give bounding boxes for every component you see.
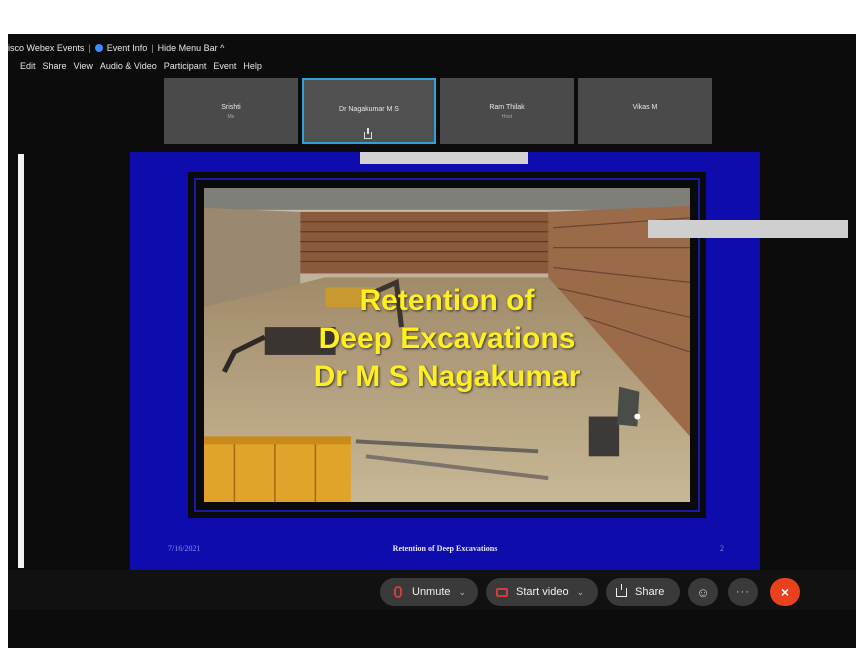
menu-audio-video[interactable]: Audio & Video — [100, 61, 157, 75]
slide-photo-frame: Retention of Deep Excavations Dr M S Nag… — [188, 172, 706, 518]
participant-name: Ram Thilak — [489, 104, 525, 111]
camera-off-icon — [496, 587, 508, 597]
menu-edit[interactable]: Edit — [20, 61, 36, 75]
meeting-controls: Unmute ⌄ Start video ⌄ Share ☺ ··· × — [8, 570, 856, 610]
hide-menu-bar-button[interactable]: Hide Menu Bar ^ — [158, 43, 225, 53]
title-bar: isco Webex Events | Event Info | Hide Me… — [8, 40, 856, 56]
unmute-label: Unmute — [412, 586, 451, 598]
chevron-up-icon: ^ — [220, 43, 225, 53]
participant-tile-active[interactable]: Dr Nagakumar M S — [302, 78, 436, 144]
redaction-bar — [360, 152, 528, 164]
shared-slide: Retention of Deep Excavations Dr M S Nag… — [130, 152, 760, 570]
hide-menu-label: Hide Menu Bar — [157, 43, 218, 53]
sharing-icon — [364, 128, 372, 139]
participant-role: Me — [227, 114, 235, 120]
event-info-label: Event Info — [106, 43, 148, 53]
participant-name: Vikas M — [632, 104, 658, 111]
more-icon: ··· — [736, 586, 750, 598]
separator: | — [151, 43, 154, 53]
smile-icon: ☺ — [696, 584, 710, 600]
menu-bar: Edit Share View Audio & Video Participan… — [20, 61, 262, 75]
redaction-bar — [648, 220, 848, 238]
close-icon: × — [780, 584, 790, 600]
participant-tile[interactable]: Srishti Me — [164, 78, 298, 144]
participant-role: Host — [501, 114, 513, 120]
share-icon — [616, 583, 627, 597]
slide-footer-title: Retention of Deep Excavations — [392, 544, 498, 553]
chevron-down-icon[interactable]: ⌄ — [577, 587, 585, 598]
slide-page-number: 2 — [720, 544, 724, 553]
side-panel-edge[interactable] — [18, 154, 24, 568]
reactions-button[interactable]: ☺ — [688, 578, 718, 606]
menu-help[interactable]: Help — [243, 61, 262, 75]
participant-strip: Srishti Me Dr Nagakumar M S Ram Thilak H… — [164, 78, 712, 146]
mic-muted-icon — [394, 586, 402, 598]
menu-participant[interactable]: Participant — [164, 61, 207, 75]
share-button[interactable]: Share — [606, 578, 680, 606]
participant-tile[interactable]: Ram Thilak Host — [440, 78, 574, 144]
webex-window: isco Webex Events | Event Info | Hide Me… — [8, 34, 856, 648]
chevron-down-icon[interactable]: ⌄ — [459, 587, 467, 598]
participant-name: Dr Nagakumar M S — [339, 106, 399, 113]
share-label: Share — [635, 586, 665, 598]
participant-name: Srishti — [221, 104, 241, 111]
unmute-button[interactable]: Unmute ⌄ — [380, 578, 478, 606]
start-video-button[interactable]: Start video ⌄ — [486, 578, 598, 606]
menu-event[interactable]: Event — [213, 61, 236, 75]
info-icon — [94, 44, 103, 52]
participant-tile[interactable]: Vikas M — [578, 78, 712, 144]
end-meeting-button[interactable]: × — [770, 578, 800, 606]
slide-title-line-2: Deep Excavations — [318, 322, 576, 355]
more-options-button[interactable]: ··· — [728, 578, 758, 606]
menu-view[interactable]: View — [74, 61, 93, 75]
event-info-button[interactable]: Event Info — [94, 43, 148, 53]
app-title: isco Webex Events — [8, 43, 85, 53]
menu-share[interactable]: Share — [43, 61, 67, 75]
start-video-label: Start video — [516, 586, 569, 598]
slide-title-line-1: Retention of — [359, 284, 535, 317]
separator: | — [88, 43, 91, 53]
slide-title-line-3: Dr M S Nagakumar — [313, 360, 581, 393]
